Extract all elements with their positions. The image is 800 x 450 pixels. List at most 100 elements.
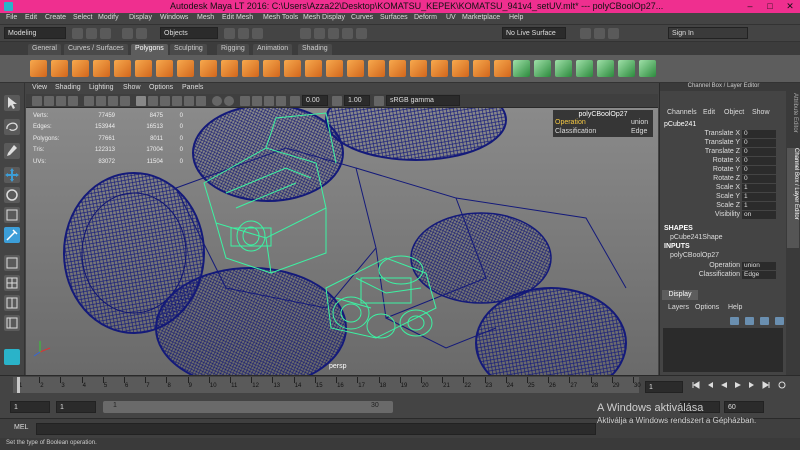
snap-view-icon[interactable] xyxy=(342,28,353,39)
outliner-layout-icon[interactable] xyxy=(4,315,20,331)
channel-scale-z-label[interactable]: Scale Z xyxy=(660,202,740,209)
shadows-icon[interactable] xyxy=(196,96,206,106)
polygon-primitive-icon[interactable] xyxy=(114,60,131,77)
menu-select[interactable]: Select xyxy=(73,14,92,21)
save-scene-icon[interactable] xyxy=(100,28,111,39)
channel-box-menu-object[interactable]: Object xyxy=(724,109,744,116)
input-classification-label[interactable]: Classification xyxy=(660,271,740,278)
mesh-tool-icon[interactable] xyxy=(347,60,364,77)
move-tool-icon[interactable] xyxy=(4,167,20,183)
mesh-tool-icon[interactable] xyxy=(473,60,490,77)
last-tool-icon[interactable] xyxy=(4,227,20,243)
polygon-primitive-icon[interactable] xyxy=(156,60,173,77)
channel-visibility-field[interactable]: on xyxy=(742,211,776,219)
menu-windows[interactable]: Windows xyxy=(160,14,188,21)
scene-start-field[interactable]: 1 xyxy=(10,401,50,413)
channel-rotate-x-field[interactable]: 0 xyxy=(742,157,776,165)
layer-menu-help[interactable]: Help xyxy=(728,304,742,311)
wireframe-icon[interactable] xyxy=(136,96,146,106)
channel-scale-x-field[interactable]: 1 xyxy=(742,184,776,192)
mesh-tool-icon[interactable] xyxy=(221,60,238,77)
input-operation-field[interactable]: union xyxy=(742,262,776,270)
lights-icon[interactable] xyxy=(184,96,194,106)
motion-blur-icon[interactable] xyxy=(224,96,234,106)
ipr-render-icon[interactable] xyxy=(594,28,605,39)
maximize-icon[interactable]: □ xyxy=(760,0,780,13)
play-back-icon[interactable] xyxy=(720,381,728,389)
sign-in-button[interactable]: Sign In xyxy=(668,27,748,39)
render-settings-icon[interactable] xyxy=(608,28,619,39)
viewport-menu-lighting[interactable]: Lighting xyxy=(89,84,114,91)
channel-rotate-y-label[interactable]: Rotate Y xyxy=(660,166,740,173)
color-management-icon[interactable] xyxy=(374,96,384,106)
snap-point-icon[interactable] xyxy=(328,28,339,39)
select-component-icon[interactable] xyxy=(252,28,263,39)
isolate-select-icon[interactable] xyxy=(240,96,250,106)
shelf-tab-polygons[interactable]: Polygons xyxy=(131,44,168,55)
layer-display-tab[interactable]: Display xyxy=(662,290,698,300)
menu-display[interactable]: Display xyxy=(129,14,152,21)
mesh-tool-icon[interactable] xyxy=(368,60,385,77)
layer-list[interactable] xyxy=(663,328,783,372)
mesh-tool-icon[interactable] xyxy=(200,60,217,77)
menu-mesh-tools[interactable]: Mesh Tools xyxy=(263,14,298,21)
snap-curve-icon[interactable] xyxy=(314,28,325,39)
channel-box-object-name[interactable]: pCube241 xyxy=(664,121,696,128)
menu-mesh-display[interactable]: Mesh Display xyxy=(303,14,345,21)
viewport-menu-panels[interactable]: Panels xyxy=(182,84,203,91)
uv-tool-icon[interactable] xyxy=(576,60,593,77)
mel-label[interactable]: MEL xyxy=(14,424,28,431)
time-slider[interactable]: 1 2 3 4 5 6 7 8 9 10 11 12 13 14 15 16 17 18 19 20 21 22 23 24 2… xyxy=(13,377,641,393)
polygon-primitive-icon[interactable] xyxy=(51,60,68,77)
select-hierarchy-icon[interactable] xyxy=(224,28,235,39)
lasso-tool-icon[interactable] xyxy=(4,119,20,135)
layer-action-icon[interactable] xyxy=(775,317,784,325)
uv-tool-icon[interactable] xyxy=(513,60,530,77)
gamma-field[interactable]: 1.00 xyxy=(344,95,370,106)
image-plane-icon[interactable] xyxy=(68,96,78,106)
textured-icon[interactable] xyxy=(172,96,182,106)
live-surface-dropdown[interactable]: No Live Surface xyxy=(502,27,566,39)
polygon-primitive-icon[interactable] xyxy=(72,60,89,77)
channel-rotate-y-field[interactable]: 0 xyxy=(742,166,776,174)
channel-translate-z-label[interactable]: Translate Z xyxy=(660,148,740,155)
layer-action-icon[interactable] xyxy=(730,317,739,325)
channel-scale-z-field[interactable]: 1 xyxy=(742,202,776,210)
camera-select-icon[interactable] xyxy=(32,96,42,106)
in-view-classification-value[interactable]: Edge xyxy=(631,128,647,135)
layer-action-icon[interactable] xyxy=(745,317,754,325)
input-operation-label[interactable]: Operation xyxy=(660,262,740,269)
uv-tool-icon[interactable] xyxy=(597,60,614,77)
step-forward-icon[interactable] xyxy=(748,381,756,389)
go-to-start-icon[interactable] xyxy=(692,381,700,389)
smooth-shade-icon[interactable] xyxy=(148,96,158,106)
mesh-tool-icon[interactable] xyxy=(431,60,448,77)
viewport-menu-show[interactable]: Show xyxy=(123,84,141,91)
mesh-tool-icon[interactable] xyxy=(494,60,511,77)
menu-edit-mesh[interactable]: Edit Mesh xyxy=(222,14,253,21)
loop-icon[interactable] xyxy=(778,381,786,389)
menu-help[interactable]: Help xyxy=(509,14,523,21)
open-scene-icon[interactable] xyxy=(86,28,97,39)
in-view-operation-value[interactable]: union xyxy=(631,119,648,126)
wireframe-on-shaded-icon[interactable] xyxy=(160,96,170,106)
channel-translate-x-label[interactable]: Translate X xyxy=(660,130,740,137)
channel-translate-z-field[interactable]: 0 xyxy=(742,148,776,156)
channel-translate-y-field[interactable]: 0 xyxy=(742,139,776,147)
view-transform-dropdown[interactable]: sRGB gamma xyxy=(386,95,460,106)
mesh-tool-icon[interactable] xyxy=(389,60,406,77)
polygon-primitive-icon[interactable] xyxy=(30,60,47,77)
bookmark-icon[interactable] xyxy=(56,96,66,106)
viewport-menu-view[interactable]: View xyxy=(32,84,47,91)
menu-marketplace[interactable]: Marketplace xyxy=(462,14,500,21)
single-pane-layout-icon[interactable] xyxy=(4,255,20,271)
channel-box-tab[interactable]: Channel Box / Layer Editor xyxy=(787,148,799,248)
four-pane-layout-icon[interactable] xyxy=(4,275,20,291)
menu-deform[interactable]: Deform xyxy=(414,14,437,21)
channel-rotate-x-label[interactable]: Rotate X xyxy=(660,157,740,164)
film-gate-icon[interactable] xyxy=(96,96,106,106)
xray-joints-icon[interactable] xyxy=(264,96,274,106)
selection-mask-dropdown[interactable]: Objects xyxy=(160,27,218,39)
menu-curves[interactable]: Curves xyxy=(351,14,373,21)
mesh-tool-icon[interactable] xyxy=(305,60,322,77)
